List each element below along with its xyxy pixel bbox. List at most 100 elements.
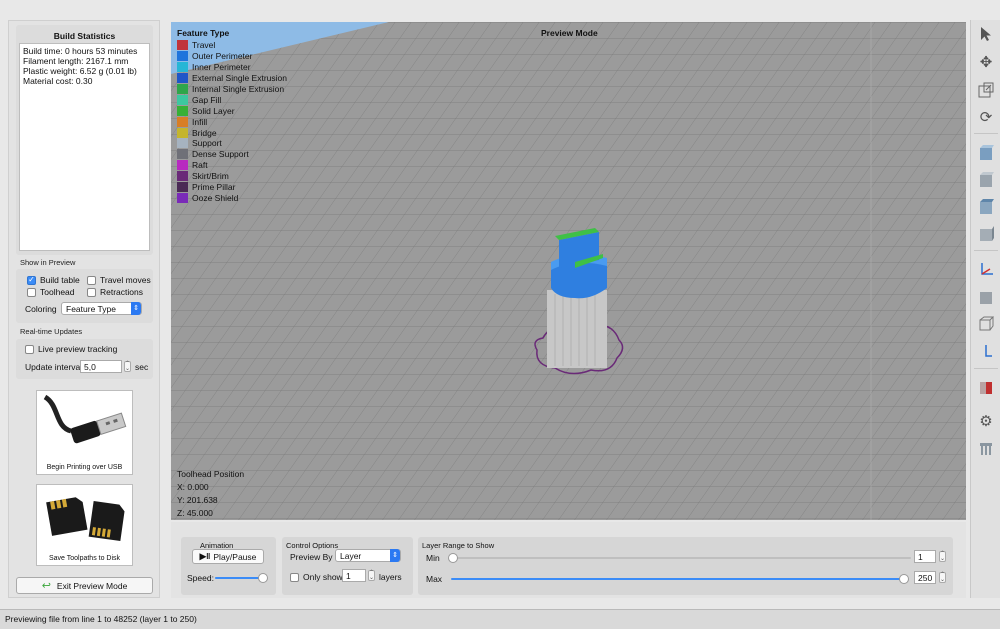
sd-card-icon <box>46 497 125 542</box>
wireframe-view-icon[interactable] <box>975 313 997 335</box>
legend-swatch <box>177 171 188 182</box>
filament-length-line: Filament length: 2167.1 mm <box>23 56 129 66</box>
toolhead-y: Y: 201.638 <box>177 495 218 505</box>
legend-label: Outer Perimeter <box>192 51 253 62</box>
move-icon[interactable]: ✥ <box>975 51 997 73</box>
speed-label: Speed: <box>187 573 214 583</box>
legend-label: Inner Perimeter <box>192 62 251 73</box>
legend-swatch <box>177 182 188 193</box>
layer-range-group: Layer Range to Show Min 1 ⌃ ⌄ Max 250 ⌃ ⌄ <box>418 537 953 595</box>
preview-by-select[interactable]: Layer ⇕ <box>335 549 401 562</box>
max-label: Max <box>426 574 443 584</box>
preview-viewport[interactable]: Feature Type Travel Outer Perimeter Inner … <box>171 22 966 520</box>
legend-item: Raft <box>177 160 287 171</box>
build-table-checkbox[interactable]: ✓ Build table <box>27 275 80 285</box>
check-icon: ✓ <box>27 275 36 285</box>
legend-item: Prime Pillar <box>177 182 287 193</box>
play-pause-button[interactable]: ▶‖ Play/Pause <box>192 549 264 564</box>
control-options-group: Control Options Preview By Layer ⇕ Only … <box>282 537 413 595</box>
legend-label: Raft <box>192 160 208 171</box>
only-show-input[interactable]: 1 <box>342 569 366 582</box>
legend-item: Outer Perimeter <box>177 51 287 62</box>
build-time-line: Build time: 0 hours 53 minutes <box>23 46 138 56</box>
update-interval-label: Update interval <box>25 362 83 372</box>
min-label: Min <box>426 553 440 563</box>
save-toolpaths-button[interactable]: Save Toolpaths to Disk <box>36 484 133 566</box>
toolhead-checkbox[interactable]: Toolhead <box>27 287 75 297</box>
legend-swatch <box>177 105 188 116</box>
rotate-icon[interactable]: ⟳ <box>975 106 997 128</box>
legend-item: Bridge <box>177 127 287 138</box>
bottom-controls: Animation ▶‖ Play/Pause Speed: Control O… <box>171 522 966 598</box>
legend-label: Internal Single Extrusion <box>192 84 285 94</box>
exit-preview-button[interactable]: ↩ Exit Preview Mode <box>16 577 153 594</box>
retractions-checkbox[interactable]: Retractions <box>87 287 143 297</box>
legend-label: Prime Pillar <box>192 182 236 193</box>
travel-moves-checkbox[interactable]: Travel moves <box>87 275 151 285</box>
solid-view-icon[interactable] <box>975 286 997 308</box>
coloring-label: Coloring <box>25 304 57 314</box>
min-layer-stepper[interactable]: ⌃ ⌄ <box>939 551 946 562</box>
only-show-checkbox[interactable]: Only show <box>290 572 343 582</box>
min-slider-track <box>451 557 911 559</box>
interval-stepper[interactable]: ⌃ ⌄ <box>124 361 131 372</box>
show-in-preview-group: ✓ Build table Travel moves Toolhead Retra… <box>16 269 153 323</box>
legend-item: Travel <box>177 40 287 51</box>
layers-unit: layers <box>379 572 402 582</box>
plastic-weight-line: Plastic weight: 6.52 g (0.01 lb) <box>23 66 137 76</box>
support-icon[interactable] <box>975 438 997 460</box>
legend-label: Dense Support <box>192 149 249 160</box>
update-interval-input[interactable]: 5,0 <box>80 360 122 373</box>
legend-swatch <box>177 73 188 84</box>
chevron-updown-icon: ⇕ <box>390 549 400 562</box>
build-statistics-panel: Build Statistics Build time: 0 hours 53 … <box>16 25 153 255</box>
view-cube-back-icon[interactable] <box>975 169 997 191</box>
interval-unit: sec <box>135 362 149 372</box>
max-layer-stepper[interactable]: ⌃ ⌄ <box>939 572 946 583</box>
legend-swatch <box>177 94 188 105</box>
legend-label: Infill <box>192 116 208 127</box>
view-cube-left-icon[interactable] <box>975 196 997 218</box>
usb-cable-icon <box>43 394 127 444</box>
left-panel: Build Statistics Build time: 0 hours 53 … <box>8 20 160 598</box>
settings-gear-icon[interactable]: ⚙ <box>975 410 997 432</box>
axes-icon[interactable] <box>975 258 997 280</box>
scale-icon[interactable] <box>975 79 997 101</box>
coloring-select[interactable]: Feature Type ⇕ <box>61 302 142 315</box>
legend-label: Travel <box>192 40 216 51</box>
live-preview-checkbox[interactable]: Live preview tracking <box>25 344 117 354</box>
toolhead-x: X: 0.000 <box>177 482 209 492</box>
legend-item: Internal Single Extrusion <box>177 84 287 95</box>
legend-swatch <box>177 192 188 203</box>
max-layer-input[interactable]: 250 <box>914 571 936 584</box>
legend-label: Ooze Shield <box>192 192 239 203</box>
legend-swatch <box>177 149 188 160</box>
select-arrow-icon[interactable] <box>975 23 997 45</box>
max-slider-knob[interactable] <box>899 574 909 584</box>
preview-mode-label: Preview Mode <box>541 28 598 38</box>
section-view-icon[interactable] <box>975 376 997 398</box>
min-slider-knob[interactable] <box>448 553 458 563</box>
legend-swatch <box>177 160 188 171</box>
speed-slider-fill <box>215 577 263 579</box>
view-cube-right-icon[interactable] <box>975 223 997 245</box>
legend-item: Dense Support <box>177 149 287 160</box>
right-toolbar: ✥ ⟳ ⚙ <box>970 20 1000 598</box>
build-plate-scene <box>171 22 966 520</box>
axis-z-icon[interactable] <box>975 340 997 362</box>
legend-label: Bridge <box>192 127 217 138</box>
legend-item: External Single Extrusion <box>177 73 287 84</box>
only-show-stepper[interactable]: ⌃ ⌄ <box>368 570 375 581</box>
material-cost-line: Material cost: 0.30 <box>23 76 93 86</box>
print-usb-button[interactable]: Begin Printing over USB <box>36 390 133 475</box>
toolhead-title: Toolhead Position <box>177 469 245 479</box>
max-slider-fill <box>451 578 907 580</box>
legend-item: Solid Layer <box>177 105 287 116</box>
min-layer-input[interactable]: 1 <box>914 550 936 563</box>
speed-slider-knob[interactable] <box>257 573 268 583</box>
view-cube-front-icon[interactable] <box>975 142 997 164</box>
legend-item: Inner Perimeter <box>177 62 287 73</box>
preview-by-label: Preview By <box>290 552 333 562</box>
legend-item: Ooze Shield <box>177 192 287 203</box>
legend-label: Solid Layer <box>192 105 235 116</box>
